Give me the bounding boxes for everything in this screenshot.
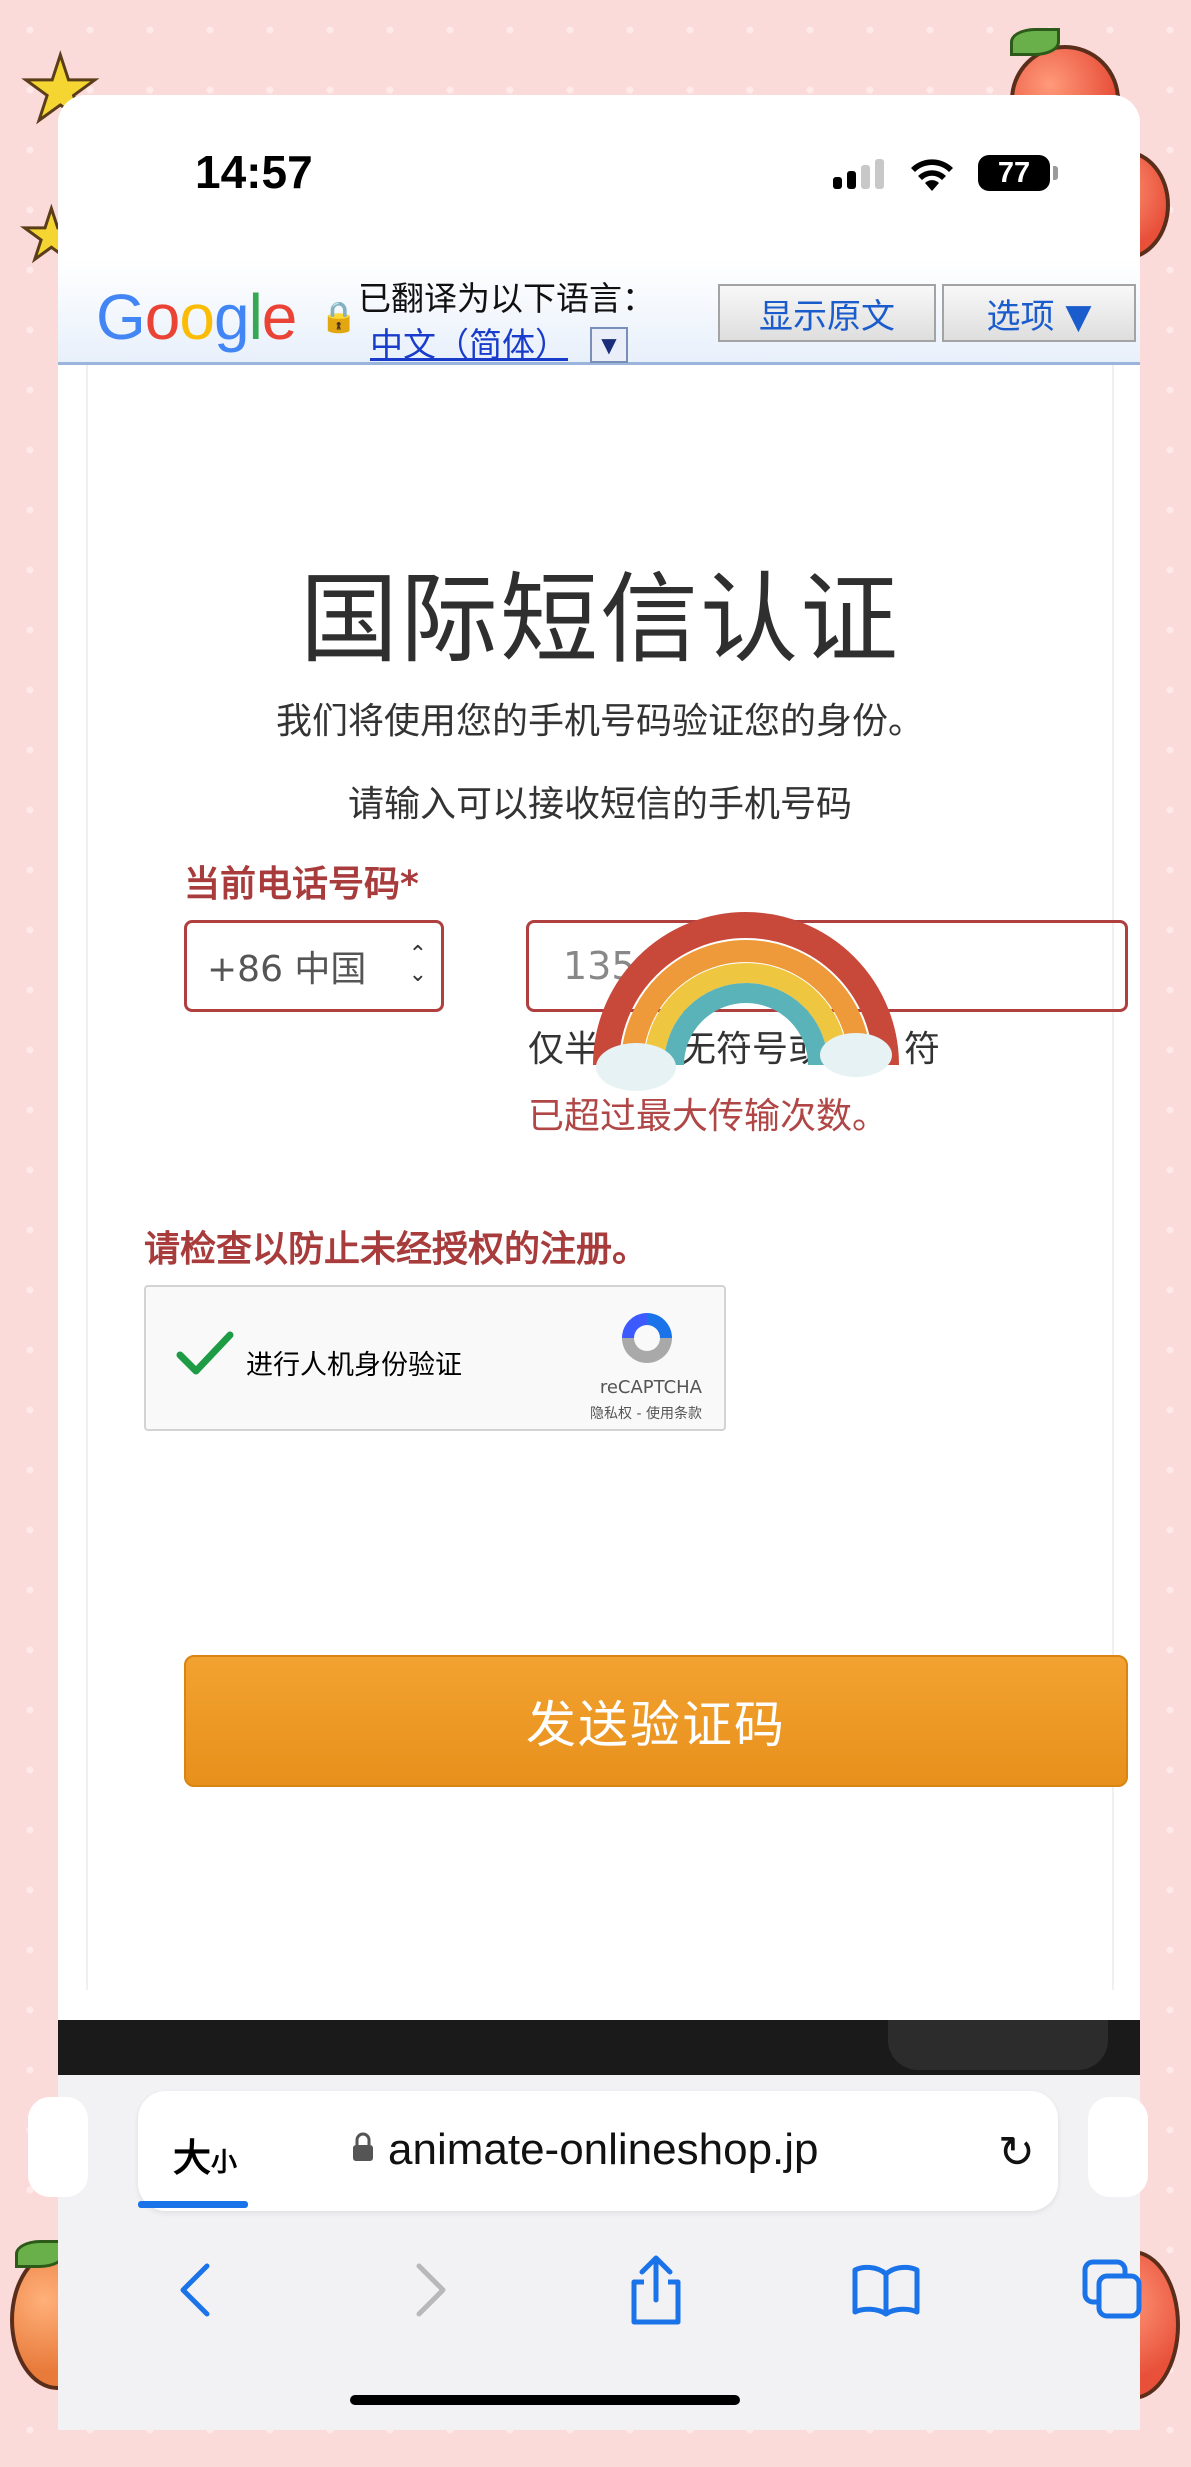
phone-field-label: 当前电话号码* [184, 864, 419, 905]
page-title: 国际短信认证 [299, 563, 900, 677]
tab-progress-indicator [138, 2201, 248, 2208]
recaptcha-label: 进行人机身份验证 [246, 1350, 462, 1381]
forward-chevron-icon [416, 2263, 446, 2317]
lock-icon: 🔒 [320, 300, 358, 335]
chevron-up-down-icon: ⌃ ⌄ [408, 942, 427, 987]
country-code-select[interactable]: +86 中国 ⌃ ⌄ [184, 920, 444, 1012]
rainbow-sticker-icon [593, 912, 899, 1091]
show-original-button[interactable]: 显示原文 [718, 284, 936, 342]
navigation-bar [58, 2245, 1142, 2335]
tabs-button[interactable] [1068, 2245, 1158, 2335]
home-indicator [350, 2395, 740, 2405]
recaptcha-widget: 进行人机身份验证 reCAPTCHA 隐私权 - 使用条款 [144, 1285, 726, 1431]
background-pill [888, 2020, 1108, 2070]
translation-language-link[interactable]: 中文（简体） [370, 318, 568, 366]
translate-bar: Google 🔒 已翻译为以下语言： 中文（简体） ▼ 显示原文 选项 ▼ [58, 260, 1140, 365]
previous-tab-peek[interactable] [28, 2097, 88, 2197]
next-tab-peek[interactable] [1088, 2097, 1148, 2197]
leaf-sticker-icon [1010, 28, 1060, 56]
language-dropdown-button[interactable]: ▼ [590, 327, 628, 363]
reload-icon[interactable]: ↻ [998, 2127, 1035, 2178]
forward-button[interactable] [386, 2245, 476, 2335]
send-code-button[interactable]: 发送验证码 [184, 1655, 1128, 1787]
options-button[interactable]: 选项 ▼ [942, 284, 1136, 342]
recaptcha-logo-icon [622, 1313, 672, 1363]
recaptcha-terms-link[interactable]: 隐私权 - 使用条款 [590, 1403, 702, 1423]
google-logo: Google [96, 281, 297, 353]
battery-nub [1053, 166, 1058, 180]
recaptcha-brand: reCAPTCHA [599, 1377, 702, 1398]
status-time: 14:57 [195, 146, 313, 198]
url-text: animate-onlineshop.jp [388, 2125, 819, 2174]
text-size-small: 小 [211, 2148, 238, 2178]
country-code-value: +86 中国 [207, 949, 367, 990]
registration-check-warning: 请检查以防止未经授权的注册。 [144, 1229, 649, 1270]
book-icon [852, 2264, 920, 2317]
hint-part-3: 符 [904, 1029, 941, 1070]
share-icon [631, 2255, 681, 2325]
battery-icon: 77 [978, 155, 1050, 191]
status-bar: 14:57 77 [58, 95, 1140, 255]
browser-chrome: 大小 animate-onlineshop.jp ↻ [28, 2020, 1148, 2430]
translated-to-label: 已翻译为以下语言： [358, 279, 655, 318]
text-size-button[interactable]: 大小 [173, 2127, 237, 2182]
phone-instruction: 请输入可以接收短信的手机号码 [347, 784, 852, 825]
page-subtitle: 我们将使用您的手机号码验证您的身份。 [275, 701, 924, 742]
tabs-icon [1082, 2259, 1142, 2319]
text-size-big: 大 [173, 2136, 212, 2180]
sms-verification-form: 国际短信认证 我们将使用您的手机号码验证您的身份。 请输入可以接收短信的手机号码… [86, 365, 1128, 1990]
back-button[interactable] [150, 2245, 240, 2335]
cellular-signal-icon [833, 159, 884, 189]
address-bar[interactable]: 大小 animate-onlineshop.jp ↻ [138, 2091, 1058, 2211]
lock-icon [353, 2132, 373, 2161]
bookmarks-button[interactable] [841, 2245, 931, 2335]
checkmark-icon[interactable] [176, 1329, 234, 1379]
back-chevron-icon [180, 2263, 210, 2317]
share-button[interactable] [611, 2245, 701, 2335]
wifi-icon [911, 159, 953, 191]
battery-level: 77 [997, 156, 1031, 189]
safari-toolbar: 大小 animate-onlineshop.jp ↻ [28, 2075, 1148, 2430]
